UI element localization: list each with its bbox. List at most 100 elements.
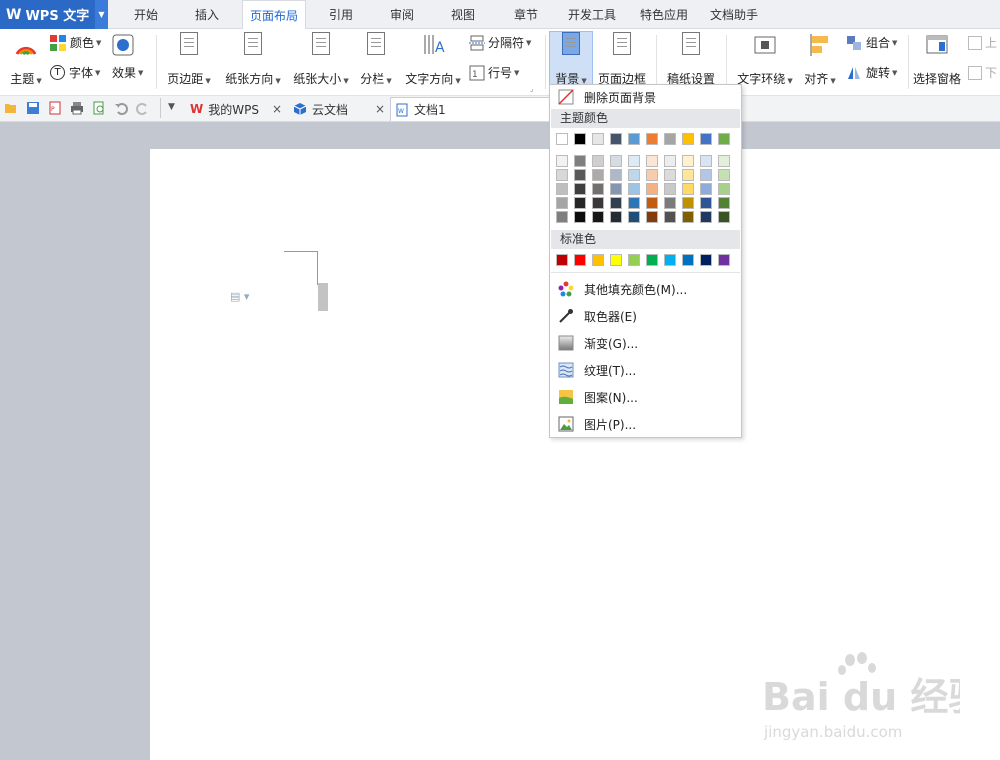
theme-shade-swatch[interactable]	[718, 155, 730, 167]
standard-color-swatch[interactable]	[682, 254, 694, 266]
theme-color-swatch[interactable]	[574, 133, 586, 145]
redo-icon[interactable]	[136, 101, 150, 115]
theme-shade-swatch[interactable]	[718, 183, 730, 195]
theme-color-swatch[interactable]	[592, 133, 604, 145]
size-button[interactable]: 纸张大小 ▼	[290, 32, 352, 87]
theme-color-swatch[interactable]	[718, 133, 730, 145]
theme-shade-swatch[interactable]	[664, 169, 676, 181]
margins-button[interactable]: 页边距 ▼	[166, 32, 212, 87]
orientation-button[interactable]: 纸张方向 ▼	[222, 32, 284, 87]
theme-shade-swatch[interactable]	[682, 197, 694, 209]
theme-shade-swatch[interactable]	[610, 183, 622, 195]
theme-shade-swatch[interactable]	[646, 169, 658, 181]
colors-button[interactable]: 颜色 ▼	[50, 34, 101, 51]
background-button[interactable]: 背景 ▼	[550, 32, 592, 87]
theme-shade-swatch[interactable]	[718, 211, 730, 223]
theme-shade-swatch[interactable]	[700, 197, 712, 209]
eyedropper-item[interactable]: 取色器(E)	[550, 303, 741, 329]
theme-shade-swatch[interactable]	[700, 183, 712, 195]
theme-shade-swatch[interactable]	[574, 197, 586, 209]
app-menu-dropdown-icon[interactable]: ▼	[95, 0, 108, 29]
theme-shade-swatch[interactable]	[682, 183, 694, 195]
theme-shade-swatch[interactable]	[592, 155, 604, 167]
standard-color-swatch[interactable]	[664, 254, 676, 266]
tab-references[interactable]: 引用	[315, 0, 367, 29]
theme-shade-swatch[interactable]	[664, 211, 676, 223]
standard-color-swatch[interactable]	[574, 254, 586, 266]
theme-shade-swatch[interactable]	[664, 197, 676, 209]
theme-button[interactable]: 主题 ▼	[6, 32, 46, 87]
theme-shade-swatch[interactable]	[718, 169, 730, 181]
theme-shade-swatch[interactable]	[646, 155, 658, 167]
theme-shade-swatch[interactable]	[610, 155, 622, 167]
theme-shade-swatch[interactable]	[628, 183, 640, 195]
theme-shade-swatch[interactable]	[610, 211, 622, 223]
export-pdf-icon[interactable]: P	[48, 101, 62, 115]
effects-icon-button[interactable]	[112, 34, 134, 56]
close-icon[interactable]: ×	[272, 102, 282, 116]
standard-color-swatch[interactable]	[556, 254, 568, 266]
effects-button[interactable]: 效果 ▼	[112, 64, 143, 81]
bring-forward-button[interactable]: 上	[968, 34, 997, 51]
doc-tab-document1[interactable]: W 文档1	[390, 97, 550, 121]
page-border-button[interactable]: 页面边框	[596, 32, 648, 87]
theme-shade-swatch[interactable]	[628, 211, 640, 223]
doc-tab-my-wps[interactable]: W 我的WPS ×	[186, 97, 286, 121]
theme-shade-swatch[interactable]	[682, 211, 694, 223]
theme-shade-swatch[interactable]	[574, 211, 586, 223]
send-backward-button[interactable]: 下	[968, 64, 997, 81]
fonts-button[interactable]: T 字体 ▼	[50, 64, 100, 81]
theme-color-swatch[interactable]	[664, 133, 676, 145]
theme-shade-swatch[interactable]	[628, 197, 640, 209]
theme-shade-swatch[interactable]	[628, 155, 640, 167]
group-button[interactable]: 组合 ▼	[846, 34, 897, 51]
dialog-launcher-icon[interactable]: ⌟	[530, 85, 533, 93]
theme-shade-swatch[interactable]	[574, 183, 586, 195]
theme-color-swatch[interactable]	[556, 133, 568, 145]
theme-shade-swatch[interactable]	[610, 169, 622, 181]
standard-color-swatch[interactable]	[700, 254, 712, 266]
theme-shade-swatch[interactable]	[646, 183, 658, 195]
tab-review[interactable]: 审阅	[376, 0, 428, 29]
app-menu-button[interactable]: W WPS 文字	[0, 0, 95, 29]
theme-shade-swatch[interactable]	[682, 155, 694, 167]
standard-color-swatch[interactable]	[592, 254, 604, 266]
theme-shade-swatch[interactable]	[592, 197, 604, 209]
theme-shade-swatch[interactable]	[556, 211, 568, 223]
tab-home[interactable]: 开始	[120, 0, 172, 29]
close-icon[interactable]: ×	[375, 102, 385, 116]
align-button[interactable]: 对齐 ▼	[802, 32, 838, 87]
theme-color-swatch[interactable]	[610, 133, 622, 145]
standard-color-swatch[interactable]	[628, 254, 640, 266]
theme-shade-swatch[interactable]	[700, 211, 712, 223]
theme-shade-swatch[interactable]	[610, 197, 622, 209]
tab-developer[interactable]: 开发工具	[562, 0, 622, 29]
paragraph-options-icon[interactable]: ▤ ▾	[230, 290, 249, 303]
theme-shade-swatch[interactable]	[628, 169, 640, 181]
theme-shade-swatch[interactable]	[682, 169, 694, 181]
text-direction-button[interactable]: A 文字方向 ▼	[402, 32, 464, 87]
theme-shade-swatch[interactable]	[700, 155, 712, 167]
picture-item[interactable]: 图片(P)...	[550, 411, 741, 437]
theme-shade-swatch[interactable]	[574, 169, 586, 181]
theme-shade-swatch[interactable]	[556, 197, 568, 209]
standard-color-swatch[interactable]	[646, 254, 658, 266]
remove-background-item[interactable]: 删除页面背景	[550, 85, 741, 109]
theme-color-swatch[interactable]	[682, 133, 694, 145]
theme-color-swatch[interactable]	[628, 133, 640, 145]
theme-shade-swatch[interactable]	[700, 169, 712, 181]
undo-icon[interactable]	[114, 101, 128, 115]
theme-shade-swatch[interactable]	[556, 183, 568, 195]
print-preview-icon[interactable]	[92, 101, 106, 115]
tab-view[interactable]: 视图	[437, 0, 489, 29]
selection-pane-button[interactable]: 选择窗格	[912, 32, 962, 87]
print-icon[interactable]	[70, 101, 84, 115]
theme-shade-swatch[interactable]	[664, 155, 676, 167]
open-folder-icon[interactable]	[4, 101, 18, 115]
manuscript-button[interactable]: 稿纸设置	[664, 32, 718, 87]
theme-shade-swatch[interactable]	[592, 183, 604, 195]
save-icon[interactable]	[26, 101, 40, 115]
tab-insert[interactable]: 插入	[181, 0, 233, 29]
breaks-button[interactable]: 分隔符 ▼	[469, 34, 531, 51]
theme-shade-swatch[interactable]	[718, 197, 730, 209]
